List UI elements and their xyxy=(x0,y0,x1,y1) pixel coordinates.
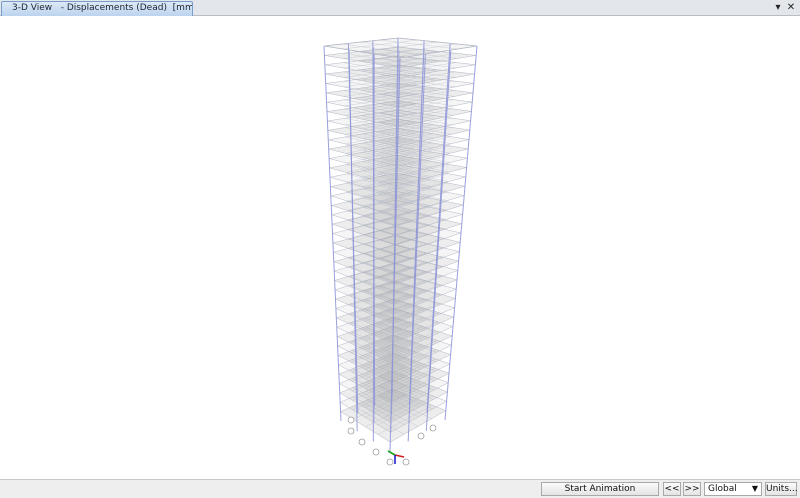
document-tab-bar: 3-D View - Displacements (Dead) [mm] ▾ ✕ xyxy=(0,0,800,16)
axis-y-icon xyxy=(387,450,396,456)
support-icon xyxy=(347,416,355,424)
close-icon[interactable]: ✕ xyxy=(785,1,797,15)
next-step-button[interactable]: >> xyxy=(683,482,701,496)
coordinate-system-value: Global xyxy=(708,484,737,494)
support-icon xyxy=(347,427,355,435)
support-icon xyxy=(402,458,410,466)
support-icon xyxy=(372,448,380,456)
start-animation-button[interactable]: Start Animation xyxy=(541,482,659,496)
status-bar: Start Animation << >> Global ▼ Units... xyxy=(0,479,800,498)
support-icon xyxy=(386,458,394,466)
coordinate-system-select[interactable]: Global ▼ xyxy=(704,482,762,496)
support-icon xyxy=(417,432,425,440)
support-icon xyxy=(358,438,366,446)
support-icon xyxy=(429,424,437,432)
window-menu-icon[interactable]: ▾ xyxy=(772,1,784,15)
building-3d-model[interactable] xyxy=(1,17,799,479)
view-tab[interactable]: 3-D View - Displacements (Dead) [mm] xyxy=(1,1,193,16)
model-viewport[interactable] xyxy=(1,17,799,479)
axis-x-icon xyxy=(394,454,405,458)
previous-step-button[interactable]: << xyxy=(663,482,681,496)
units-button[interactable]: Units... xyxy=(765,482,798,496)
chevron-down-icon: ▼ xyxy=(751,484,758,493)
